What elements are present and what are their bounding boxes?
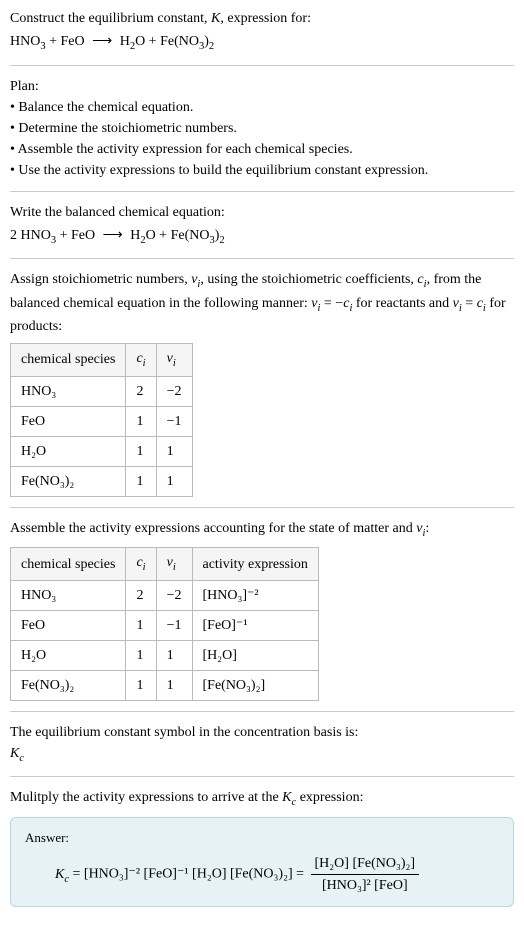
cell-nu: −2 bbox=[156, 376, 192, 406]
col-species: chemical species bbox=[11, 548, 126, 581]
cell-c: 2 bbox=[126, 376, 156, 406]
plan-bullet-2: • Determine the stoichiometric numbers. bbox=[10, 118, 514, 139]
eq-feo: + FeO bbox=[46, 34, 85, 49]
cell-species: FeO bbox=[11, 406, 126, 436]
divider bbox=[10, 507, 514, 508]
unbalanced-equation: HNO3 + FeO ⟶ H2O + Fe(NO3)2 bbox=[10, 31, 514, 55]
cell-c: 1 bbox=[126, 406, 156, 436]
answer-box: Answer: Kc = [HNO₃]⁻² [FeO]⁻¹ [H₂O] [Fe(… bbox=[10, 817, 514, 908]
assemble-text: Assemble the activity expressions accoun… bbox=[10, 518, 514, 542]
assign-text: Assign stoichiometric numbers, νi, using… bbox=[10, 269, 514, 337]
answer-expr: = [HNO₃]⁻² [FeO]⁻¹ [H₂O] [Fe(NO₃)₂] = bbox=[69, 867, 308, 882]
divider bbox=[10, 65, 514, 66]
reaction-arrow: ⟶ bbox=[88, 31, 116, 52]
table-header-row: chemical species ci νi bbox=[11, 344, 193, 377]
problem-title-line: Construct the equilibrium constant, K, e… bbox=[10, 8, 514, 29]
table-row: H₂O 1 1 bbox=[11, 436, 193, 466]
cell-nu: −1 bbox=[156, 406, 192, 436]
title-text-1: Construct the equilibrium constant, bbox=[10, 11, 211, 26]
balanced-section: Write the balanced chemical equation: 2 … bbox=[10, 202, 514, 249]
assign-section: Assign stoichiometric numbers, νi, using… bbox=[10, 269, 514, 497]
kc-symbol: Kc bbox=[10, 743, 514, 767]
answer-fraction: [H₂O] [Fe(NO₃)₂] [HNO₃]² [FeO] bbox=[311, 853, 420, 896]
table-header-row: chemical species ci νi activity expressi… bbox=[11, 548, 319, 581]
cell-c: 1 bbox=[126, 610, 156, 640]
eq-feno32: O + Fe(NO3)2 bbox=[135, 34, 214, 49]
bal-feo: + FeO bbox=[56, 228, 95, 243]
bal-h2o: H2 bbox=[130, 228, 145, 243]
col-ci: ci bbox=[126, 344, 156, 377]
table-row: HNO₃ 2 −2 bbox=[11, 376, 193, 406]
table-row: Fe(NO₃)₂ 1 1 bbox=[11, 466, 193, 496]
multiply-text: Mulitply the activity expressions to arr… bbox=[10, 787, 514, 811]
cell-activity: [FeO]⁻¹ bbox=[192, 610, 318, 640]
cell-c: 2 bbox=[126, 580, 156, 610]
col-nui: νi bbox=[156, 548, 192, 581]
problem-statement: Construct the equilibrium constant, K, e… bbox=[10, 8, 514, 55]
cell-c: 1 bbox=[126, 466, 156, 496]
bal-hno3: 2 HNO3 bbox=[10, 228, 56, 243]
plan-section: Plan: • Balance the chemical equation. •… bbox=[10, 76, 514, 181]
cell-activity: [H₂O] bbox=[192, 640, 318, 670]
col-activity: activity expression bbox=[192, 548, 318, 581]
balanced-equation: 2 HNO3 + FeO ⟶ H2O + Fe(NO3)2 bbox=[10, 225, 514, 249]
col-species: chemical species bbox=[11, 344, 126, 377]
cell-activity: [HNO₃]⁻² bbox=[192, 580, 318, 610]
fraction-denominator: [HNO₃]² [FeO] bbox=[311, 875, 420, 896]
balanced-heading: Write the balanced chemical equation: bbox=[10, 202, 514, 223]
cell-c: 1 bbox=[126, 436, 156, 466]
cell-species: HNO₃ bbox=[11, 376, 126, 406]
cell-c: 1 bbox=[126, 670, 156, 700]
answer-equation: Kc = [HNO₃]⁻² [FeO]⁻¹ [H₂O] [Fe(NO₃)₂] =… bbox=[25, 853, 499, 896]
kc-symbol-section: The equilibrium constant symbol in the c… bbox=[10, 722, 514, 767]
kc-symbol-text: The equilibrium constant symbol in the c… bbox=[10, 722, 514, 743]
divider bbox=[10, 776, 514, 777]
cell-activity: [Fe(NO₃)₂] bbox=[192, 670, 318, 700]
reaction-arrow: ⟶ bbox=[99, 225, 127, 246]
table-row: FeO 1 −1 [FeO]⁻¹ bbox=[11, 610, 319, 640]
title-k: K bbox=[211, 11, 220, 26]
activity-table: chemical species ci νi activity expressi… bbox=[10, 547, 319, 701]
stoichiometry-table: chemical species ci νi HNO₃ 2 −2 FeO 1 −… bbox=[10, 343, 193, 497]
cell-nu: −1 bbox=[156, 610, 192, 640]
cell-species: H₂O bbox=[11, 436, 126, 466]
divider bbox=[10, 191, 514, 192]
fraction-numerator: [H₂O] [Fe(NO₃)₂] bbox=[311, 853, 420, 875]
plan-bullet-3: • Assemble the activity expression for e… bbox=[10, 139, 514, 160]
answer-kc: Kc bbox=[55, 867, 69, 882]
eq-h2o: H2 bbox=[120, 34, 135, 49]
title-text-2: , expression for: bbox=[220, 11, 311, 26]
cell-species: HNO₃ bbox=[11, 580, 126, 610]
cell-species: FeO bbox=[11, 610, 126, 640]
multiply-section: Mulitply the activity expressions to arr… bbox=[10, 787, 514, 907]
table-row: FeO 1 −1 bbox=[11, 406, 193, 436]
cell-nu: −2 bbox=[156, 580, 192, 610]
divider bbox=[10, 711, 514, 712]
table-row: HNO₃ 2 −2 [HNO₃]⁻² bbox=[11, 580, 319, 610]
cell-nu: 1 bbox=[156, 640, 192, 670]
cell-species: H₂O bbox=[11, 640, 126, 670]
eq-hno3: HNO3 bbox=[10, 34, 46, 49]
plan-bullet-1: • Balance the chemical equation. bbox=[10, 97, 514, 118]
cell-species: Fe(NO₃)₂ bbox=[11, 466, 126, 496]
cell-species: Fe(NO₃)₂ bbox=[11, 670, 126, 700]
bal-feno32: O + Fe(NO3)2 bbox=[146, 228, 225, 243]
table-row: Fe(NO₃)₂ 1 1 [Fe(NO₃)₂] bbox=[11, 670, 319, 700]
assemble-section: Assemble the activity expressions accoun… bbox=[10, 518, 514, 701]
cell-c: 1 bbox=[126, 640, 156, 670]
plan-bullet-4: • Use the activity expressions to build … bbox=[10, 160, 514, 181]
cell-nu: 1 bbox=[156, 436, 192, 466]
table-row: H₂O 1 1 [H₂O] bbox=[11, 640, 319, 670]
answer-label: Answer: bbox=[25, 828, 499, 848]
divider bbox=[10, 258, 514, 259]
col-nui: νi bbox=[156, 344, 192, 377]
cell-nu: 1 bbox=[156, 670, 192, 700]
plan-heading: Plan: bbox=[10, 76, 514, 97]
col-ci: ci bbox=[126, 548, 156, 581]
cell-nu: 1 bbox=[156, 466, 192, 496]
